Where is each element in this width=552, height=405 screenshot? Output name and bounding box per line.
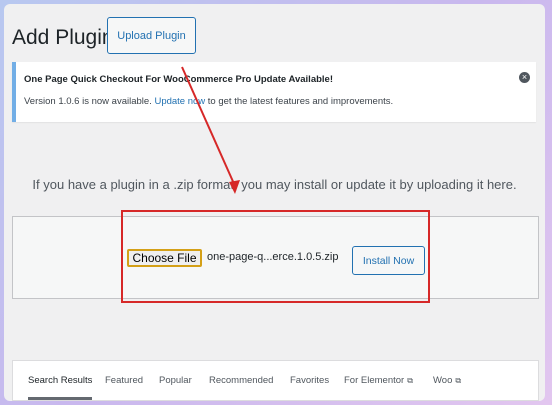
upload-help-text: If you have a plugin in a .zip format, y… bbox=[32, 177, 517, 192]
tab-featured[interactable]: Featured bbox=[105, 375, 143, 386]
notice-body-prefix: Version 1.0.6 is now available. bbox=[24, 96, 155, 107]
upload-plugin-button[interactable]: Upload Plugin bbox=[107, 17, 196, 54]
external-link-icon: ⧉ bbox=[407, 376, 413, 385]
tab-recommended[interactable]: Recommended bbox=[209, 375, 273, 386]
notice-body-suffix: to get the latest features and improveme… bbox=[205, 96, 394, 107]
annotation-highlight-box bbox=[121, 210, 430, 303]
tab-for-elementor[interactable]: For Elementor ⧉ bbox=[344, 375, 413, 386]
notice-title: One Page Quick Checkout For WooCommerce … bbox=[24, 74, 333, 85]
update-notice: One Page Quick Checkout For WooCommerce … bbox=[12, 62, 536, 122]
update-now-link[interactable]: Update now bbox=[154, 96, 205, 107]
tab-woo[interactable]: Woo ⧉ bbox=[433, 375, 461, 386]
wp-admin-window: Add Plugins Upload Plugin One Page Quick… bbox=[4, 4, 545, 401]
tab-search-results[interactable]: Search Results bbox=[28, 375, 93, 400]
notice-body: Version 1.0.6 is now available. Update n… bbox=[24, 96, 393, 107]
external-link-icon: ⧉ bbox=[455, 376, 462, 385]
plugin-filter-tabs: Search Results Featured Popular Recommen… bbox=[12, 360, 539, 401]
tab-popular[interactable]: Popular bbox=[159, 375, 192, 386]
dismiss-icon[interactable]: × bbox=[519, 72, 530, 83]
tab-favorites[interactable]: Favorites bbox=[290, 375, 329, 386]
